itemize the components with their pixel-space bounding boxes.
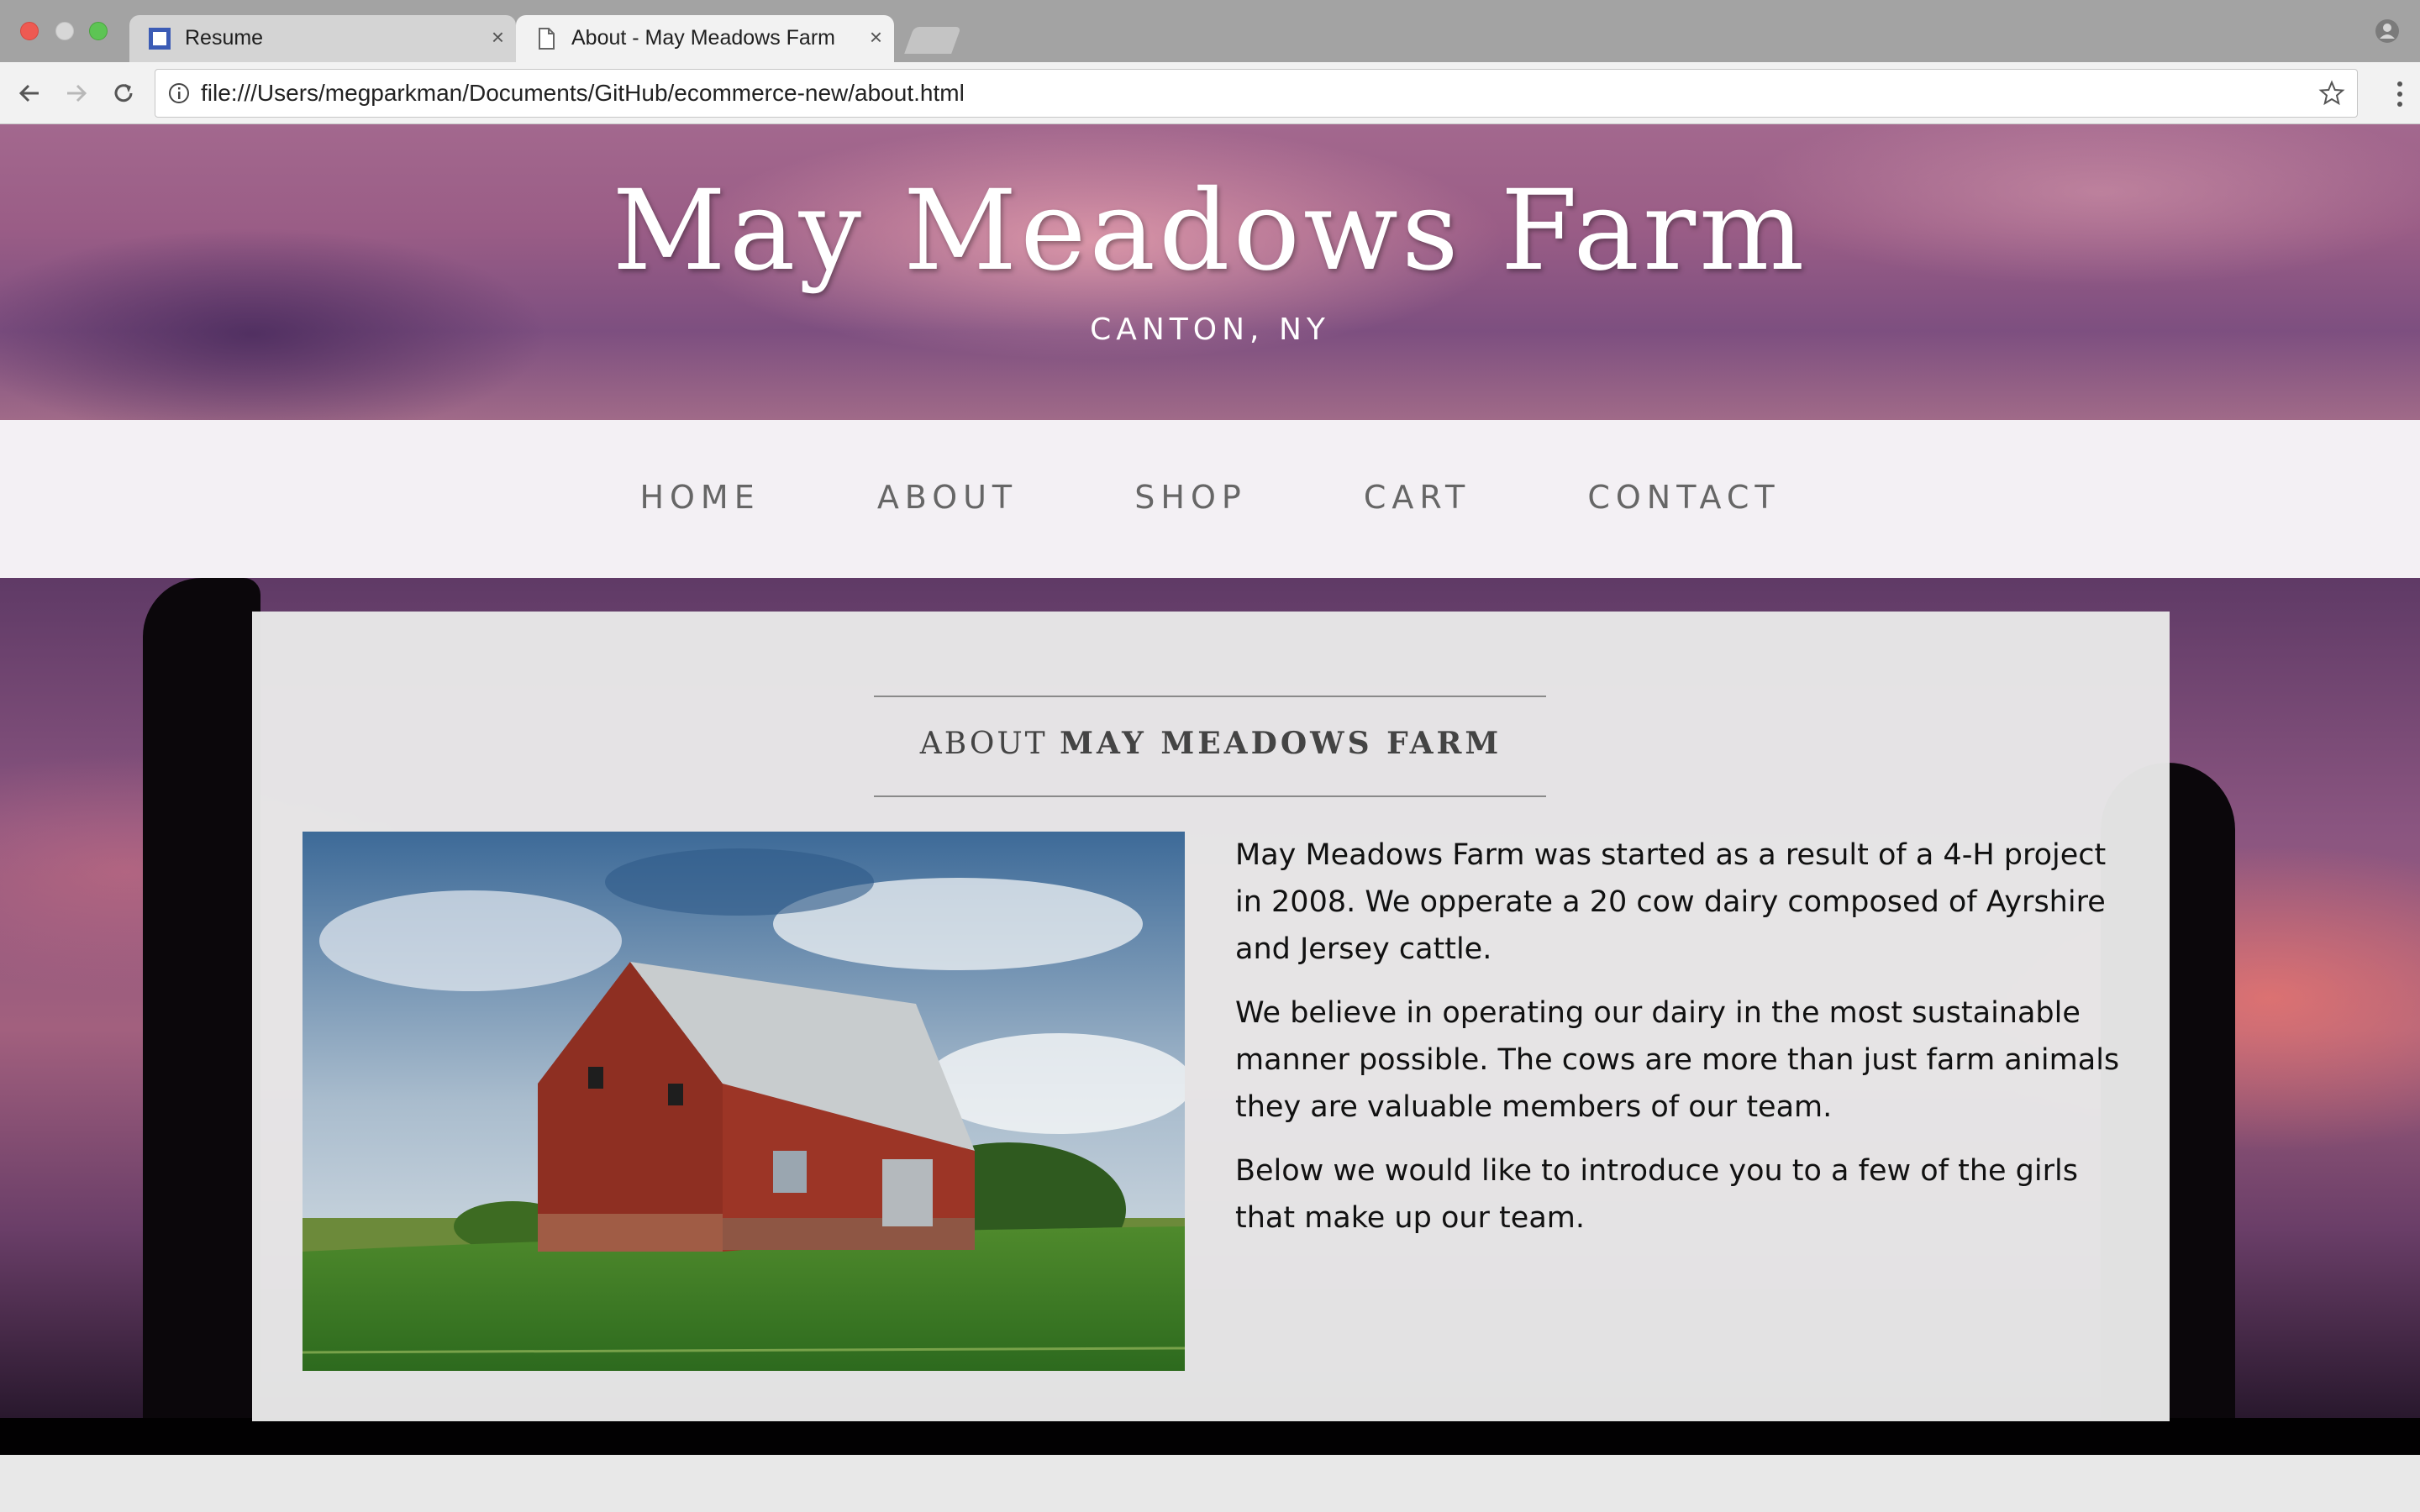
tab-title: Resume (185, 26, 264, 50)
about-paragraph: We believe in operating our dairy in the… (1235, 996, 2120, 1124)
nav-home[interactable]: HOME (639, 479, 760, 516)
nav-shop[interactable]: SHOP (1134, 479, 1247, 516)
about-panel: ABOUT MAY MEADOWS FARM May Meadows Farm … (252, 612, 2170, 1421)
tab-resume[interactable]: Resume × (129, 15, 516, 62)
main-nav: HOME ABOUT SHOP CART CONTACT (0, 420, 2420, 578)
forward-arrow-icon[interactable] (60, 77, 92, 109)
barn-image (302, 832, 1185, 1371)
nav-cart[interactable]: CART (1364, 479, 1470, 516)
zoom-window-button[interactable] (89, 22, 108, 40)
new-tab-button[interactable] (904, 27, 961, 54)
about-heading-name: MAY MEADOWS FARM (1060, 726, 1502, 761)
about-paragraph: May Meadows Farm was started as a result… (1235, 838, 2107, 966)
tab-title: About - May Meadows Farm (571, 26, 835, 50)
web-page: May Meadows Farm CANTON, NY HOME ABOUT S… (0, 124, 2420, 1512)
resume-favicon-icon (149, 28, 171, 50)
tab-about[interactable]: About - May Meadows Farm × (516, 15, 894, 62)
address-bar[interactable]: file:///Users/megparkman/Documents/GitHu… (155, 69, 2358, 118)
profile-icon[interactable] (2375, 18, 2400, 44)
about-text: May Meadows Farm was started as a result… (1235, 832, 2126, 1258)
tab-strip: Resume × About - May Meadows Farm × (0, 0, 2420, 62)
about-heading: ABOUT MAY MEADOWS FARM (252, 726, 2170, 761)
hero-header: May Meadows Farm CANTON, NY (0, 124, 2420, 420)
cow-silhouette (143, 578, 260, 1512)
document-icon (539, 28, 555, 50)
minimize-window-button[interactable] (55, 22, 74, 40)
url-text[interactable]: file:///Users/megparkman/Documents/GitHu… (201, 80, 965, 107)
bookmark-star-icon[interactable] (2318, 80, 2345, 107)
about-heading-prefix: ABOUT (919, 727, 1048, 761)
browser-chrome: Resume × About - May Meadows Farm × file… (0, 0, 2420, 124)
about-paragraph: Below we would like to introduce you to … (1235, 1154, 2078, 1235)
close-window-button[interactable] (20, 22, 39, 40)
site-title: May Meadows Farm (612, 166, 1808, 296)
heading-divider-top (874, 696, 1546, 697)
browser-toolbar: file:///Users/megparkman/Documents/GitHu… (0, 62, 2420, 124)
reload-icon[interactable] (108, 77, 139, 109)
footer (0, 1455, 2420, 1512)
back-arrow-icon[interactable] (13, 77, 45, 109)
tab-close-icon[interactable]: × (492, 24, 504, 50)
barn-photo (302, 832, 1185, 1371)
tab-close-icon[interactable]: × (870, 24, 882, 50)
site-location: CANTON, NY (1090, 312, 1330, 347)
menu-dots-icon[interactable] (2395, 79, 2405, 109)
info-icon[interactable] (167, 81, 191, 105)
nav-contact[interactable]: CONTACT (1587, 479, 1780, 516)
nav-about[interactable]: ABOUT (877, 479, 1018, 516)
heading-divider-bottom (874, 795, 1546, 797)
